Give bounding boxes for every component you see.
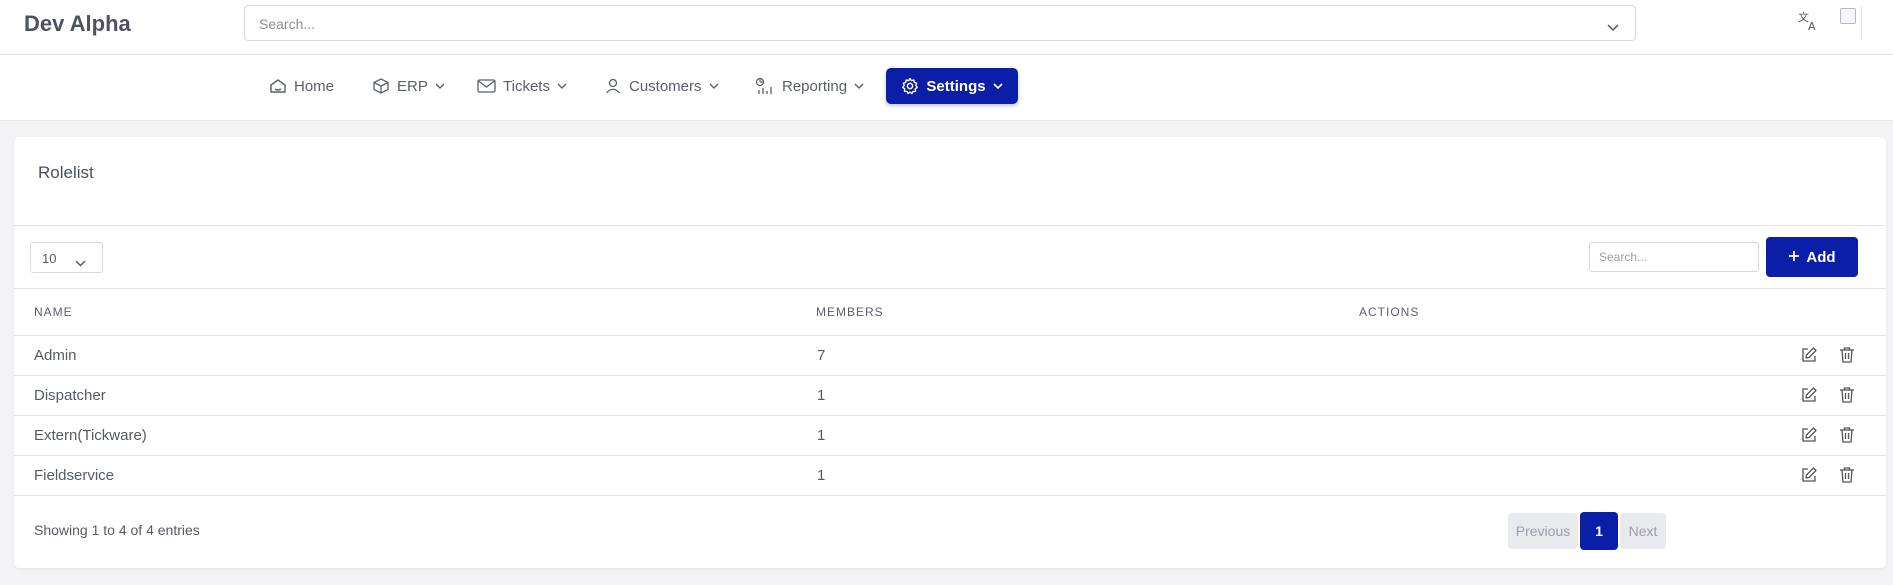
trash-icon[interactable] <box>1838 386 1856 409</box>
table-search-input[interactable] <box>1589 242 1759 272</box>
chevron-down-icon <box>993 82 1003 90</box>
role-name: Fieldservice <box>34 467 115 484</box>
nav-item-reporting[interactable]: Reporting <box>745 68 874 104</box>
top-header: Dev Alpha Search... 文 A <box>0 0 1893 55</box>
pagination-page-1[interactable]: 1 <box>1580 512 1618 550</box>
page-length-select[interactable]: 10 <box>30 242 103 273</box>
role-members: 1 <box>817 427 826 444</box>
column-header-name[interactable]: NAME <box>34 305 73 319</box>
role-name: Extern(Tickware) <box>34 427 147 444</box>
nav-item-label: Customers <box>629 77 702 95</box>
nav-item-customers[interactable]: Customers <box>594 68 729 104</box>
nav-item-label: Home <box>294 77 335 95</box>
rolelist-card: Rolelist 10 Add NAME MEMBERS ACTIONS Adm… <box>14 137 1886 568</box>
page-title: Rolelist <box>38 163 94 182</box>
chevron-down-icon <box>557 83 567 90</box>
edit-icon[interactable] <box>1800 346 1818 369</box>
edit-icon[interactable] <box>1800 466 1818 489</box>
table-row: Dispatcher 1 <box>14 375 1886 415</box>
pagination-previous[interactable]: Previous <box>1508 513 1578 549</box>
trash-icon[interactable] <box>1838 466 1856 489</box>
role-name: Dispatcher <box>34 387 106 404</box>
table-info: Showing 1 to 4 of 4 entries <box>34 522 200 538</box>
chevron-down-icon <box>854 83 864 90</box>
pagination-next[interactable]: Next <box>1620 513 1666 549</box>
nav-item-settings[interactable]: Settings <box>886 68 1018 104</box>
box-icon <box>372 77 390 95</box>
nav-item-label: Settings <box>926 77 986 95</box>
column-header-members[interactable]: MEMBERS <box>816 305 884 319</box>
trash-icon[interactable] <box>1838 426 1856 449</box>
chart-icon <box>755 77 775 95</box>
table-row: Fieldservice 1 <box>14 455 1886 496</box>
nav-item-label: Tickets <box>503 77 550 95</box>
envelope-icon <box>477 78 496 94</box>
home-icon <box>269 77 287 95</box>
divider <box>14 225 1886 226</box>
svg-text:A: A <box>1808 20 1816 32</box>
divider <box>14 288 1886 289</box>
chevron-down-icon[interactable] <box>1607 19 1619 37</box>
trash-icon[interactable] <box>1838 346 1856 369</box>
chevron-down-icon <box>435 83 445 90</box>
role-members: 1 <box>817 467 826 484</box>
plus-icon <box>1788 249 1800 266</box>
gear-icon <box>901 77 919 95</box>
role-members: 7 <box>817 347 826 364</box>
user-icon <box>604 77 622 95</box>
page-length-value: 10 <box>42 251 57 266</box>
main-nav: Home ERP Tickets Customers Reporting Set… <box>0 55 1893 121</box>
chevron-down-icon <box>75 254 86 272</box>
global-search-placeholder: Search... <box>259 16 316 32</box>
column-header-actions: ACTIONS <box>1359 305 1420 319</box>
global-search-input[interactable]: Search... <box>244 5 1636 41</box>
add-role-button[interactable]: Add <box>1766 237 1858 277</box>
nav-item-home[interactable]: Home <box>259 68 344 104</box>
edit-icon[interactable] <box>1800 426 1818 449</box>
nav-item-label: ERP <box>397 77 428 95</box>
role-members: 1 <box>817 387 826 404</box>
edit-icon[interactable] <box>1800 386 1818 409</box>
nav-item-label: Reporting <box>782 77 848 95</box>
nav-item-tickets[interactable]: Tickets <box>467 68 577 104</box>
avatar[interactable] <box>1838 6 1862 40</box>
chevron-down-icon <box>709 83 719 90</box>
table-row: Extern(Tickware) 1 <box>14 415 1886 455</box>
broken-image-icon <box>1840 8 1856 24</box>
app-brand[interactable]: Dev Alpha <box>24 11 131 37</box>
translate-icon[interactable]: 文 A <box>1797 10 1819 37</box>
nav-item-erp[interactable]: ERP <box>362 68 455 104</box>
table-row: Admin 7 <box>14 335 1886 375</box>
add-button-label: Add <box>1806 248 1836 266</box>
role-name: Admin <box>34 347 77 364</box>
